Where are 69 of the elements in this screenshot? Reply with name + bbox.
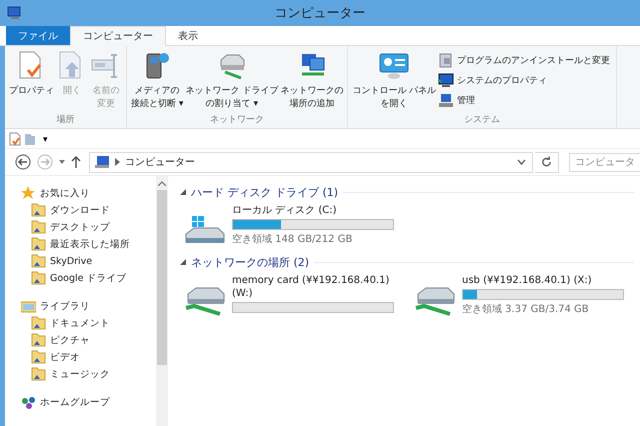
section-title: ネットワークの場所 (2) <box>191 254 310 270</box>
dropdown-icon <box>59 160 65 164</box>
refresh-button[interactable] <box>535 152 559 172</box>
sidebar-item[interactable]: ホームグループ <box>5 394 156 410</box>
window-title: コンピューター <box>274 5 366 22</box>
chevron-icon <box>115 158 120 166</box>
free-space-text: 空き領域 148 GB/212 GB <box>232 232 354 246</box>
drive-tile[interactable]: memory card (¥¥192.168.40.1) (W:) <box>180 272 404 318</box>
folder-icon <box>31 220 46 234</box>
section-title: ハード ディスク ドライブ (1) <box>191 184 338 200</box>
sidebar-item[interactable]: ピクチャ <box>5 332 156 348</box>
folder-icon <box>31 316 46 330</box>
sidebar-item[interactable]: SkyDrive <box>5 253 156 269</box>
library-folder-icon <box>21 299 36 313</box>
sidebar-item[interactable]: ビデオ <box>5 349 156 365</box>
drive-tile[interactable]: ローカル ディスク (C:) 空き領域 148 GB/212 GB <box>180 202 404 248</box>
file-tab[interactable]: ファイル <box>6 26 70 45</box>
ribbon-button[interactable]: システムのプロパティ <box>437 71 548 89</box>
ribbon-button[interactable]: メディアの 接続と切断 ▾ <box>130 48 184 113</box>
search-field[interactable]: コンピュータ <box>569 152 640 172</box>
folder-icon <box>31 271 46 285</box>
drive-name: memory card (¥¥192.168.40.1) (W:) <box>232 274 390 300</box>
sidebar-item[interactable]: ライブラリ <box>5 298 156 314</box>
up-arrow-icon <box>71 156 81 168</box>
back-button[interactable] <box>13 152 33 172</box>
document-icon <box>9 132 21 146</box>
computer-icon <box>438 92 454 108</box>
folder-icon <box>31 203 46 217</box>
folder-icon <box>31 237 46 251</box>
sidebar-item[interactable]: お気に入り <box>5 185 156 201</box>
group-label: システム <box>463 114 502 127</box>
sidebar-item[interactable]: ダウンロード <box>5 202 156 218</box>
folder-icon <box>31 350 46 364</box>
folder-icon <box>31 333 46 347</box>
up-button[interactable] <box>69 154 83 170</box>
ribbon-button[interactable]: 管理 <box>437 91 476 109</box>
free-space-text: 空き領域 3.37 GB/3.74 GB <box>462 302 590 316</box>
history-dropdown[interactable] <box>57 158 67 166</box>
homegroup-icon <box>21 395 36 409</box>
group-label: 場所 <box>56 114 76 127</box>
dropdown-button[interactable]: ▾ <box>39 134 52 144</box>
drive-name: ローカル ディスク (C:) <box>232 204 338 217</box>
address-field[interactable]: コンピューター <box>89 152 533 172</box>
computer-icon <box>94 155 110 169</box>
sidebar-item[interactable]: 最近表示した場所 <box>5 236 156 252</box>
drive-name: usb (¥¥192.168.40.1) (X:) <box>462 274 593 287</box>
ribbon-button[interactable]: ネットワークの 場所の追加 <box>279 48 344 113</box>
sidebar-item[interactable]: ミュージック <box>5 366 156 382</box>
ribbon-button[interactable]: ネットワーク ドライブ の割り当て ▾ <box>184 48 280 113</box>
group-label: ネットワーク <box>209 114 266 127</box>
sidebar-item[interactable]: デスクトップ <box>5 219 156 235</box>
scrollbar[interactable] <box>156 176 168 426</box>
ribbon-button[interactable]: コントロール パネル を開く <box>351 48 438 113</box>
dropdown-icon <box>517 159 526 165</box>
ribbon-button[interactable]: プロパティ <box>8 48 55 113</box>
star-icon <box>21 186 36 200</box>
computer-icon <box>438 72 454 88</box>
folder-icon <box>24 132 36 146</box>
folder-icon <box>31 367 46 381</box>
ribbon-button[interactable]: プログラムのアンインストールと変更 <box>437 51 612 69</box>
computer-icon <box>7 6 23 20</box>
scrollbar-thumb[interactable] <box>156 190 167 365</box>
refresh-icon <box>541 156 552 168</box>
sidebar-item[interactable]: Google ドライブ <box>5 270 156 286</box>
ribbon-tab[interactable]: コンピューター <box>70 26 166 46</box>
programs-icon <box>438 52 454 68</box>
sidebar-item[interactable]: ドキュメント <box>5 315 156 331</box>
drive-tile[interactable]: usb (¥¥192.168.40.1) (X:) 空き領域 3.37 GB/3.74 GB <box>410 272 634 318</box>
folder-icon <box>31 254 46 268</box>
